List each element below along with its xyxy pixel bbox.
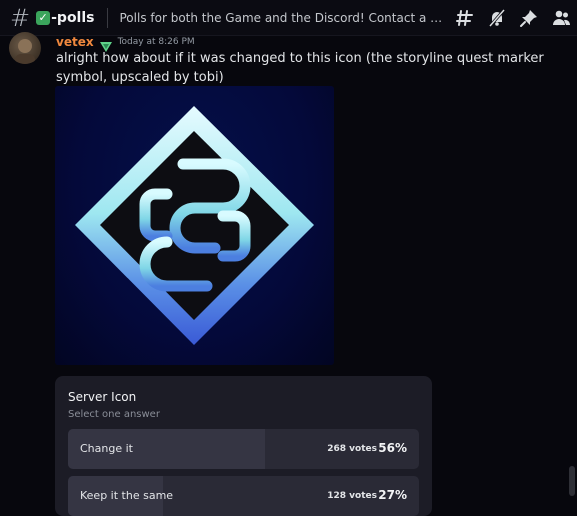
scrollbar-thumb[interactable] (569, 466, 575, 496)
avatar[interactable] (9, 32, 41, 64)
header-divider (106, 7, 108, 28)
threads-icon[interactable] (455, 8, 475, 28)
message-content: alright how about if it was changed to t… (56, 51, 544, 85)
scrollbar-track[interactable] (569, 38, 575, 500)
poll-answer-keep-it-the-same[interactable]: Keep it the same 128 votes 27% (68, 476, 419, 516)
mute-bell-icon[interactable] (487, 8, 507, 28)
answer-label: Change it (80, 442, 133, 455)
poll-answer-change-it[interactable]: Change it 268 votes 56% (68, 429, 419, 469)
answer-percent: 56% (378, 441, 407, 455)
members-icon[interactable] (551, 8, 571, 28)
text-channel-icon: # (10, 3, 31, 32)
pin-icon[interactable] (519, 8, 539, 28)
channel-name: -polls (51, 9, 95, 26)
message-timestamp: Today at 8:26 PM (117, 37, 195, 47)
checkmark-emoji-icon: ✓ (36, 10, 51, 25)
poll-question: Server Icon (68, 390, 137, 404)
author-name[interactable]: vetex (56, 35, 94, 49)
answer-label: Keep it the same (80, 489, 174, 502)
channel-topic[interactable]: Polls for both the Game and the Discord!… (120, 11, 450, 25)
channel-header: # ✓ -polls Polls for both the Game and t… (0, 0, 577, 36)
poll-card: Server Icon Select one answer Change it … (55, 376, 432, 516)
message-header: vetex Today at 8:26 PM (56, 35, 195, 52)
storyline-quest-marker-icon (75, 106, 314, 345)
image-attachment[interactable] (55, 86, 334, 365)
poll-hint: Select one answer (68, 409, 160, 420)
answer-votes: 268 votes (327, 444, 377, 454)
role-icon (99, 37, 112, 52)
